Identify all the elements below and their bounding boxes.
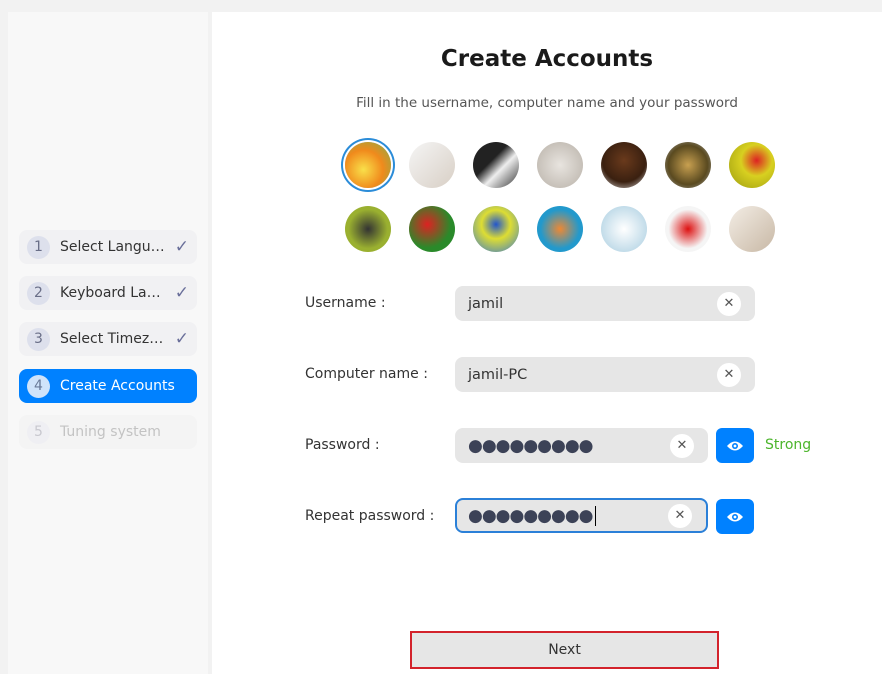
check-icon: ✓ — [174, 237, 189, 257]
username-input[interactable]: jamil ✕ — [455, 286, 755, 321]
step-number: 5 — [27, 420, 50, 444]
repeat-password-label: Repeat password : — [305, 508, 435, 524]
username-value: jamil — [468, 295, 504, 312]
step-number: 4 — [27, 374, 50, 398]
avatar-piano[interactable] — [473, 142, 519, 188]
avatar-balloons[interactable] — [537, 206, 583, 252]
clear-icon[interactable]: ✕ — [670, 433, 694, 458]
step-label: Select Timez… — [60, 331, 164, 347]
text-caret — [594, 505, 596, 526]
step-number: 1 — [27, 235, 50, 259]
step-label: Tuning system — [60, 424, 161, 440]
repeat-password-input[interactable]: ●●●●●●●●● ✕ — [455, 498, 708, 533]
page-title: Create Accounts — [440, 46, 654, 72]
avatar-room[interactable] — [729, 206, 775, 252]
clear-icon[interactable]: ✕ — [668, 503, 692, 528]
step-number: 3 — [27, 327, 50, 351]
avatar-shell[interactable] — [601, 206, 647, 252]
check-icon: ✓ — [174, 283, 189, 303]
avatar-ladybug[interactable] — [729, 142, 775, 188]
avatar-flower[interactable] — [345, 142, 391, 188]
password-value: ●●●●●●●●● — [468, 435, 594, 456]
show-repeat-password-button[interactable] — [716, 499, 754, 534]
computer-name-value: jamil-PC — [468, 366, 528, 383]
step-label: Keyboard La… — [60, 285, 161, 301]
next-button[interactable]: Next — [410, 631, 719, 669]
username-label: Username : — [305, 295, 386, 311]
show-password-button[interactable] — [716, 428, 754, 463]
sidebar: 1 Select Langu… ✓ 2 Keyboard La… ✓ 3 Select T… — [8, 12, 208, 674]
computer-name-input[interactable]: jamil-PC ✕ — [455, 357, 755, 392]
step-select-timezone[interactable]: 3 Select Timez… ✓ — [19, 322, 197, 356]
password-strength: Strong — [765, 437, 812, 453]
main-panel: Create Accounts Fill in the username, co… — [212, 12, 882, 674]
eye-icon — [727, 512, 743, 521]
avatar-heart[interactable] — [665, 206, 711, 252]
avatar-calendar[interactable] — [409, 142, 455, 188]
clear-icon[interactable]: ✕ — [717, 291, 741, 316]
page-subtitle: Fill in the username, computer name and … — [356, 95, 738, 111]
avatar-butterfly[interactable] — [345, 206, 391, 252]
step-label: Select Langu… — [60, 239, 165, 255]
eye-icon — [727, 441, 743, 450]
avatar-parrot[interactable] — [409, 206, 455, 252]
password-input[interactable]: ●●●●●●●●● ✕ — [455, 428, 708, 463]
step-create-accounts[interactable]: 4 Create Accounts — [19, 369, 197, 403]
step-number: 2 — [27, 281, 50, 305]
avatar-hot-air-balloon[interactable] — [473, 206, 519, 252]
avatar-horse[interactable] — [601, 142, 647, 188]
computer-name-label: Computer name : — [305, 366, 428, 382]
avatar-kitten[interactable] — [537, 142, 583, 188]
step-label: Create Accounts — [60, 378, 175, 394]
repeat-password-value: ●●●●●●●●● — [468, 505, 594, 526]
clear-icon[interactable]: ✕ — [717, 362, 741, 387]
step-tuning-system: 5 Tuning system — [19, 415, 197, 449]
step-keyboard-layout[interactable]: 2 Keyboard La… ✓ — [19, 276, 197, 310]
avatar-leopard[interactable] — [665, 142, 711, 188]
check-icon: ✓ — [174, 329, 189, 349]
step-select-language[interactable]: 1 Select Langu… ✓ — [19, 230, 197, 264]
password-label: Password : — [305, 437, 380, 453]
